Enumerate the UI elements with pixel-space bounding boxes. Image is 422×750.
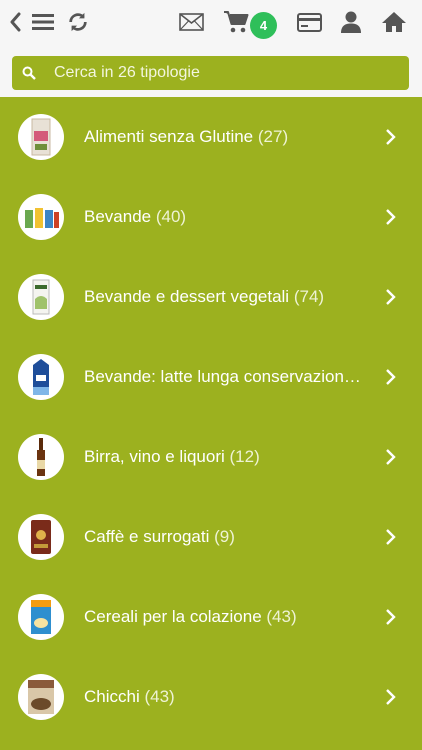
home-icon[interactable] bbox=[380, 8, 408, 36]
category-row-bevande-latte-lunga-conservazione[interactable]: Bevande: latte lunga conservazione ... bbox=[0, 337, 422, 417]
search-bar[interactable] bbox=[12, 56, 409, 90]
category-count: (9) bbox=[214, 527, 235, 546]
chevron-right-icon bbox=[386, 449, 396, 465]
category-row-chicchi[interactable]: Chicchi (43) bbox=[0, 657, 422, 737]
category-row-birra-vino-e-liquori[interactable]: Birra, vino e liquori (12) bbox=[0, 417, 422, 497]
category-count: (43) bbox=[266, 607, 297, 626]
category-count: (74) bbox=[293, 287, 325, 306]
mail-icon[interactable] bbox=[178, 8, 204, 36]
product-thumbnail bbox=[18, 354, 64, 400]
product-thumbnail bbox=[18, 514, 64, 560]
category-count: (27) bbox=[257, 127, 289, 146]
cart-count-badge: 4 bbox=[250, 12, 277, 39]
category-name: Alimenti senza Glutine bbox=[84, 127, 254, 146]
top-toolbar: 4 bbox=[0, 0, 422, 97]
chevron-right-icon bbox=[386, 369, 396, 385]
product-thumbnail bbox=[18, 274, 64, 320]
category-row-bevande[interactable]: Bevande (40) bbox=[0, 177, 422, 257]
product-thumbnail bbox=[18, 674, 64, 720]
search-icon bbox=[22, 66, 36, 80]
category-name: Cereali per la colazione bbox=[84, 607, 262, 626]
chevron-right-icon bbox=[386, 289, 396, 305]
chevron-right-icon bbox=[386, 129, 396, 145]
category-name: Chicchi bbox=[84, 687, 140, 706]
chevron-left-icon[interactable] bbox=[8, 8, 22, 36]
category-count: (12) bbox=[229, 447, 260, 466]
search-input[interactable] bbox=[52, 63, 386, 83]
category-name: Bevande bbox=[84, 207, 152, 226]
product-thumbnail bbox=[18, 114, 64, 160]
product-thumbnail bbox=[18, 194, 64, 240]
category-row-caffe-e-surrogati[interactable]: Caffè e surrogati (9) bbox=[0, 497, 422, 577]
category-count: (40) bbox=[155, 207, 187, 226]
category-name: Caffè e surrogati bbox=[84, 527, 210, 546]
product-thumbnail bbox=[18, 594, 64, 640]
category-count: (43) bbox=[144, 687, 175, 706]
chevron-right-icon bbox=[386, 529, 396, 545]
chevron-right-icon bbox=[386, 209, 396, 225]
category-name: Bevande: latte lunga conservazione ... bbox=[84, 367, 364, 386]
category-row-bevande-e-dessert-vegetali[interactable]: Bevande e dessert vegetali (74) bbox=[0, 257, 422, 337]
category-list: Alimenti senza Glutine (27) Bevande (40)… bbox=[0, 97, 422, 737]
category-name: Birra, vino e liquori bbox=[84, 447, 225, 466]
chevron-right-icon bbox=[386, 609, 396, 625]
cart-icon[interactable] bbox=[222, 8, 250, 36]
product-thumbnail bbox=[18, 434, 64, 480]
menu-icon[interactable] bbox=[31, 8, 55, 36]
category-name: Bevande e dessert vegetali bbox=[84, 287, 290, 306]
refresh-icon[interactable] bbox=[66, 8, 90, 36]
category-row-cereali-per-la-colazione[interactable]: Cereali per la colazione (43) bbox=[0, 577, 422, 657]
credit-card-icon[interactable] bbox=[296, 8, 322, 36]
user-icon[interactable] bbox=[340, 8, 362, 36]
category-row-alimenti-senza-glutine[interactable]: Alimenti senza Glutine (27) bbox=[0, 97, 422, 177]
chevron-right-icon bbox=[386, 689, 396, 705]
